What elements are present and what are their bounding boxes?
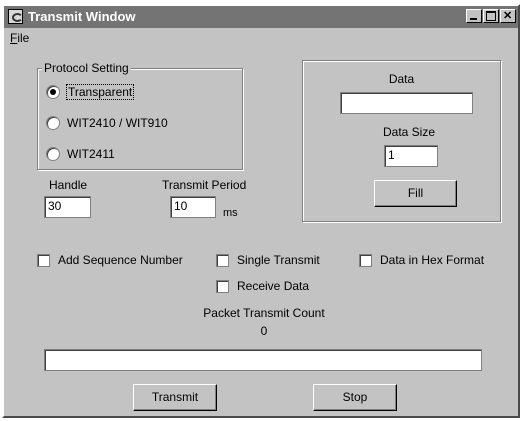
data-label: Data (388, 72, 415, 86)
menu-file-label: ile (17, 31, 30, 45)
radio-wit2411-label: WIT2411 (67, 147, 115, 161)
handle-input[interactable]: 30 (44, 196, 91, 218)
radio-dot[interactable] (46, 116, 60, 130)
add-sequence-checkbox[interactable]: Add Sequence Number (37, 252, 183, 268)
window-title: Transmit Window (28, 9, 136, 24)
radio-dot[interactable] (46, 147, 60, 161)
single-transmit-checkbox[interactable]: Single Transmit (216, 252, 320, 268)
receive-data-label: Receive Data (237, 279, 310, 293)
maximize-button[interactable] (483, 9, 499, 23)
menu-bar: File (4, 28, 518, 48)
data-size-input[interactable]: 1 (384, 145, 438, 167)
protocol-setting-title: Protocol Setting (42, 61, 131, 75)
hex-format-checkbox[interactable]: Data in Hex Format (359, 252, 484, 268)
checkbox-box[interactable] (37, 253, 50, 267)
radio-wit2411[interactable]: WIT2411 (46, 145, 115, 163)
checkbox-box[interactable] (359, 253, 372, 267)
checkbox-box[interactable] (216, 279, 229, 293)
title-bar[interactable]: Transmit Window (4, 6, 518, 28)
radio-transparent[interactable]: Transparent (46, 83, 135, 101)
window-controls (465, 9, 516, 23)
stop-button[interactable]: Stop (313, 384, 397, 411)
data-input[interactable] (340, 92, 473, 114)
radio-dot-selected[interactable] (46, 85, 60, 99)
radio-wit2410-label: WIT2410 / WIT910 (67, 116, 168, 130)
menu-file[interactable]: File (10, 31, 29, 45)
packet-count-value: 0 (260, 324, 268, 338)
fill-button[interactable]: Fill (374, 180, 457, 207)
transmit-progress-bar (44, 349, 482, 371)
close-button[interactable] (500, 9, 516, 23)
receive-data-checkbox[interactable]: Receive Data (216, 278, 309, 294)
checkbox-box[interactable] (216, 253, 229, 267)
protocol-setting-group: Protocol Setting Transparent WIT2410 / W… (37, 61, 243, 170)
app-icon[interactable] (8, 9, 23, 24)
data-panel: Data Data Size 1 Fill (302, 60, 501, 222)
transmit-window: Transmit Window File Protocol Setting Tr… (2, 4, 520, 418)
period-unit-label: ms (223, 207, 238, 219)
transmit-period-label: Transmit Period (162, 178, 247, 192)
transmit-button[interactable]: Transmit (133, 384, 217, 411)
packet-count-label: Packet Transmit Count (203, 306, 325, 320)
handle-label: Handle (49, 178, 88, 192)
transmit-period-input[interactable]: 10 (170, 196, 216, 218)
radio-transparent-label: Transparent (65, 84, 135, 100)
minimize-button[interactable] (466, 9, 482, 23)
data-size-label: Data Size (382, 125, 436, 139)
radio-wit2410-wit910[interactable]: WIT2410 / WIT910 (46, 114, 168, 132)
single-transmit-label: Single Transmit (237, 253, 320, 267)
hex-format-label: Data in Hex Format (380, 253, 485, 267)
add-sequence-label: Add Sequence Number (58, 253, 183, 267)
